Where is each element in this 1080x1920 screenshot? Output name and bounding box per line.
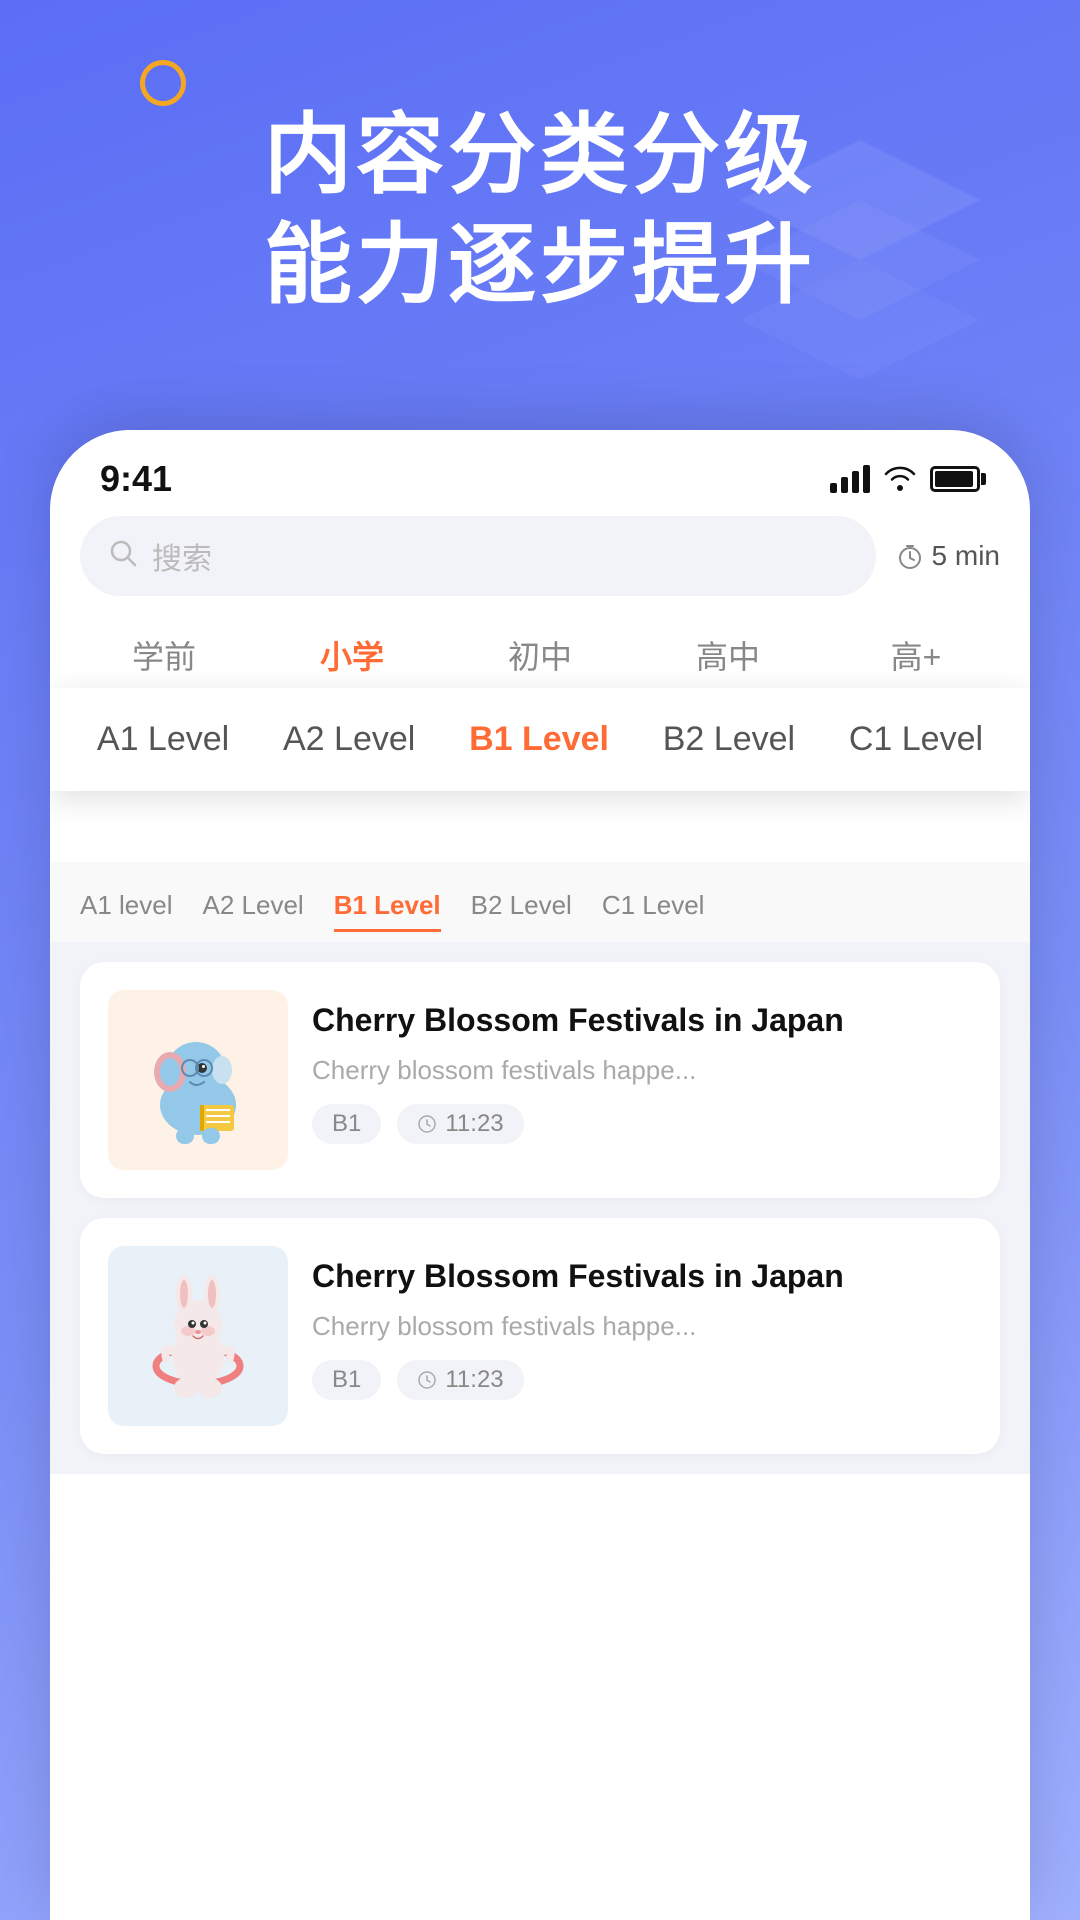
battery-icon	[930, 466, 980, 492]
phone-screen: 9:41	[50, 430, 1030, 1920]
inner-tab-b2[interactable]: B2 Level	[471, 882, 572, 932]
card-1-title: Cherry Blossom Festivals in Japan	[312, 998, 972, 1043]
cards-area: Cherry Blossom Festivals in Japan Cherry…	[50, 942, 1030, 1474]
card-2-duration-tag: 11:23	[397, 1360, 523, 1400]
card-1-thumbnail	[108, 990, 288, 1170]
content-card-1[interactable]: Cherry Blossom Festivals in Japan Cherry…	[80, 962, 1000, 1198]
card-1-duration-tag: 11:23	[397, 1104, 523, 1144]
status-icons	[830, 463, 980, 496]
wifi-icon	[882, 463, 918, 496]
status-bar: 9:41	[50, 430, 1030, 516]
level-tab-a1[interactable]: A1 Level	[97, 720, 229, 759]
card-2-body: Cherry Blossom Festivals in Japan Cherry…	[312, 1246, 972, 1400]
level-tab-b1[interactable]: B1 Level	[469, 720, 609, 759]
search-icon	[108, 538, 138, 575]
search-row: 搜索 5 min	[50, 516, 1030, 596]
level-tabs-inner-row: A1 level A2 Level B1 Level B2 Level C1 L…	[50, 862, 1030, 942]
level-tab-c1[interactable]: C1 Level	[849, 720, 983, 759]
cat-tab-preschool-label: 学前	[132, 639, 196, 675]
card-2-desc: Cherry blossom festivals happe...	[312, 1311, 972, 1342]
timer-badge: 5 min	[896, 540, 1000, 572]
inner-tab-a2[interactable]: A2 Level	[203, 882, 304, 932]
card-2-tags: B1 11:23	[312, 1360, 972, 1400]
inner-tab-c1[interactable]: C1 Level	[602, 882, 705, 932]
level-tab-a2[interactable]: A2 Level	[283, 720, 415, 759]
search-bar[interactable]: 搜索	[80, 516, 876, 596]
card-2-level-tag: B1	[312, 1360, 381, 1400]
timer-label: 5 min	[932, 540, 1000, 572]
elephant-character	[128, 1010, 268, 1150]
headline-line1: 内容分类分级	[0, 100, 1080, 210]
inner-tab-a1[interactable]: A1 level	[80, 882, 173, 932]
card-2-title: Cherry Blossom Festivals in Japan	[312, 1254, 972, 1299]
card-1-body: Cherry Blossom Festivals in Japan Cherry…	[312, 990, 972, 1144]
inner-tab-b1[interactable]: B1 Level	[334, 882, 441, 932]
cat-tab-middle-label: 初中	[456, 632, 624, 678]
signal-icon	[830, 465, 870, 493]
headline-line2: 能力逐步提升	[0, 210, 1080, 320]
content-card-2[interactable]: Cherry Blossom Festivals in Japan Cherry…	[80, 1218, 1000, 1454]
card-1-tags: B1 11:23	[312, 1104, 972, 1144]
cat-tab-advanced-label: 高+	[832, 632, 1000, 678]
level-tabs-popup: A1 Level A2 Level B1 Level B2 Level C1 L…	[50, 688, 1030, 791]
level-tab-b2[interactable]: B2 Level	[663, 720, 795, 759]
status-time: 9:41	[100, 458, 172, 500]
cat-tab-primary-label: 小学	[320, 639, 384, 675]
card-1-level-tag: B1	[312, 1104, 381, 1144]
card-1-desc: Cherry blossom festivals happe...	[312, 1055, 972, 1086]
bunny-character	[128, 1266, 268, 1406]
cat-tab-high-label: 高中	[644, 632, 812, 678]
headline-block: 内容分类分级 能力逐步提升	[0, 100, 1080, 320]
search-placeholder: 搜索	[152, 534, 212, 578]
phone-mockup: 9:41	[50, 430, 1030, 1920]
card-2-thumbnail	[108, 1246, 288, 1426]
